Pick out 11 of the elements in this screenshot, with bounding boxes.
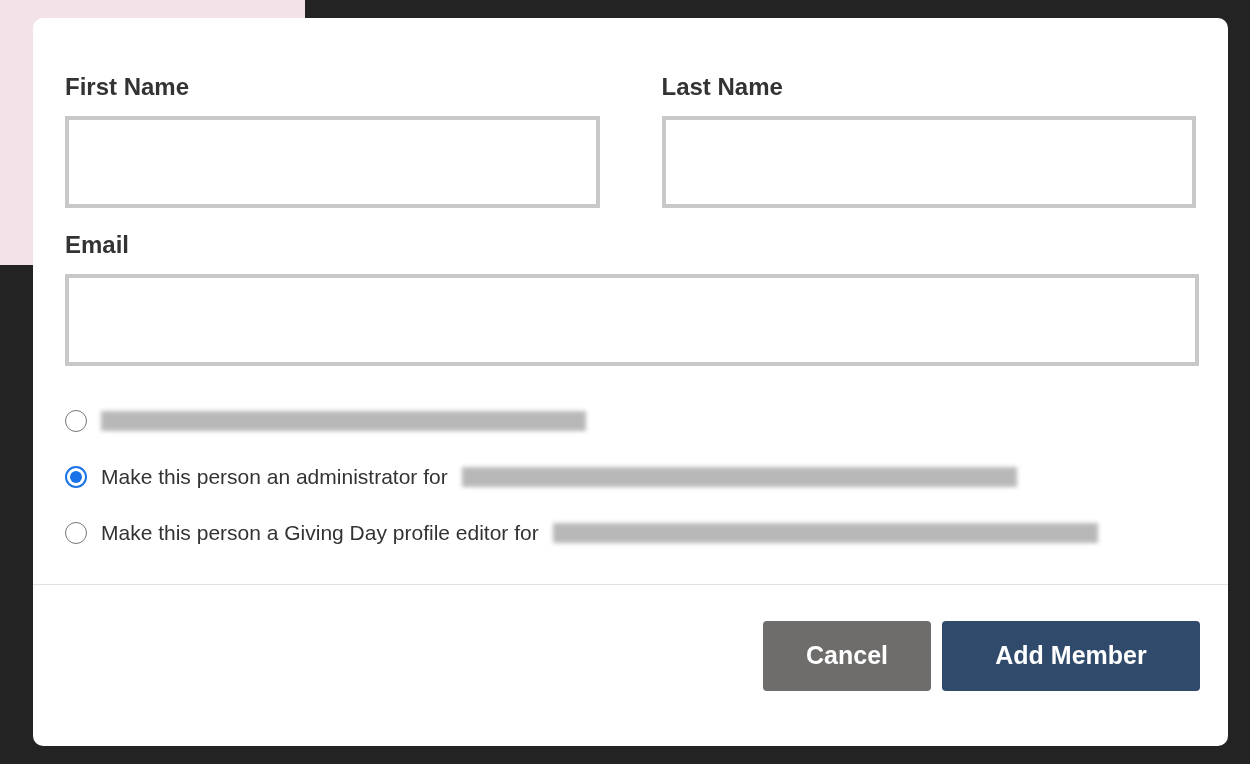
- field-label: First Name: [65, 72, 191, 102]
- option-label: Make this person an administrator for: [101, 464, 448, 491]
- field-label: Last Name: [661, 72, 784, 102]
- text-input[interactable]: [65, 274, 1199, 366]
- option-label: Make this person a Giving Day profile editor for: [101, 520, 539, 547]
- cancel-button[interactable]: Cancel: [763, 620, 931, 691]
- add-member-button[interactable]: Add Member: [942, 620, 1200, 691]
- field-label: Email: [65, 230, 131, 260]
- text-input[interactable]: [661, 116, 1196, 208]
- text-input[interactable]: [65, 116, 600, 208]
- radio-button[interactable]: [65, 466, 87, 488]
